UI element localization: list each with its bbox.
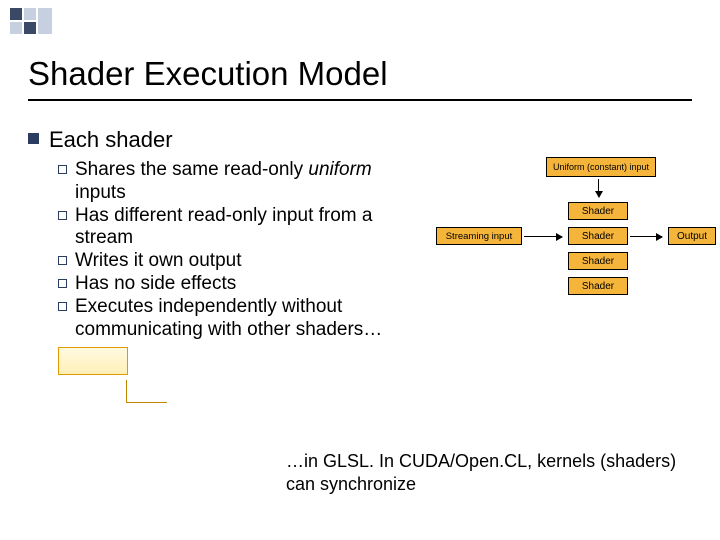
item-b: Has different read-only input from a str… bbox=[75, 205, 388, 251]
item-e: Executes independently without communica… bbox=[75, 296, 388, 342]
item-a-post: inputs bbox=[75, 182, 126, 203]
slide-title: Shader Execution Model bbox=[28, 55, 692, 93]
list-item: Executes independently without communica… bbox=[58, 296, 388, 342]
arrow-icon bbox=[524, 236, 562, 237]
list-level1: Each shader bbox=[28, 127, 388, 153]
callout-box bbox=[58, 347, 128, 375]
open-square-bullet-icon bbox=[58, 211, 67, 220]
item-c: Writes it own output bbox=[75, 250, 242, 273]
open-square-bullet-icon bbox=[58, 165, 67, 174]
uniform-input-box: Uniform (constant) input bbox=[546, 157, 656, 177]
title-rule bbox=[28, 99, 692, 101]
shader-box: Shader bbox=[568, 202, 628, 220]
shader-box: Shader bbox=[568, 252, 628, 270]
list-level2: Shares the same read-only uniform inputs… bbox=[58, 159, 388, 341]
shader-box: Shader bbox=[568, 227, 628, 245]
arrow-icon bbox=[630, 236, 662, 237]
item-a-em: uniform bbox=[308, 159, 371, 180]
slide-body: Shader Execution Model Each shader Share… bbox=[0, 0, 720, 387]
square-bullet-icon bbox=[28, 133, 39, 144]
shader-box: Shader bbox=[568, 277, 628, 295]
arrow-icon bbox=[598, 179, 599, 197]
open-square-bullet-icon bbox=[58, 302, 67, 311]
diagram: Uniform (constant) input Shader Shader S… bbox=[396, 127, 692, 387]
list-item: Writes it own output bbox=[58, 250, 388, 273]
list-item: Has no side effects bbox=[58, 273, 388, 296]
streaming-input-box: Streaming input bbox=[436, 227, 522, 245]
open-square-bullet-icon bbox=[58, 256, 67, 265]
l1-text: Each shader bbox=[49, 127, 173, 153]
list-item: Has different read-only input from a str… bbox=[58, 205, 388, 251]
item-a-pre: Shares the same read-only bbox=[75, 159, 308, 180]
list-item: Shares the same read-only uniform inputs bbox=[58, 159, 388, 205]
text-column: Each shader Shares the same read-only un… bbox=[28, 127, 388, 375]
corner-decoration bbox=[10, 8, 52, 34]
open-square-bullet-icon bbox=[58, 279, 67, 288]
output-box: Output bbox=[668, 227, 716, 245]
item-d: Has no side effects bbox=[75, 273, 236, 296]
footnote: …in GLSL. In CUDA/Open.CL, kernels (shad… bbox=[286, 450, 692, 495]
